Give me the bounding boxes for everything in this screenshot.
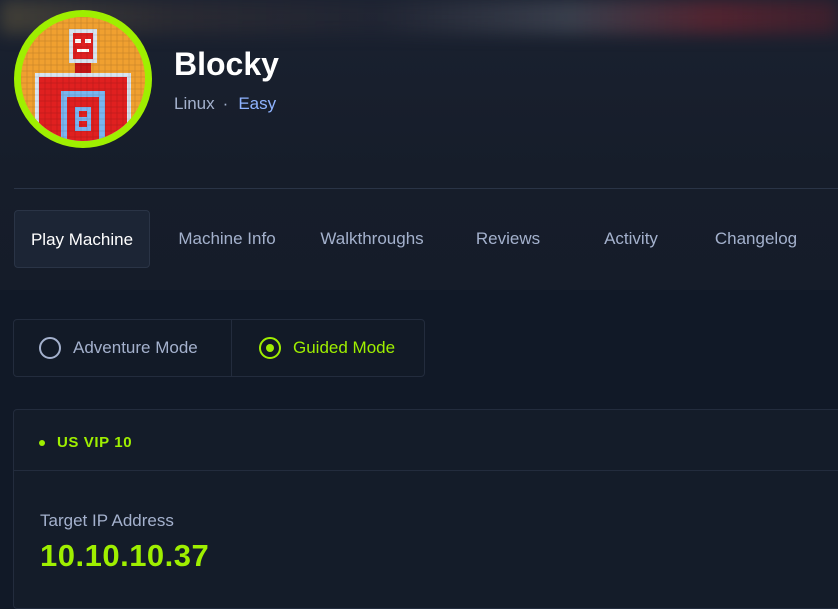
adventure-mode-option[interactable]: Adventure Mode — [14, 320, 231, 376]
meta-separator: · — [222, 94, 229, 113]
radio-unchecked-icon[interactable] — [39, 337, 61, 359]
tab-reviews[interactable]: Reviews — [460, 210, 556, 268]
tab-walkthroughs[interactable]: Walkthroughs — [306, 210, 438, 268]
machine-meta: Linux · Easy — [174, 94, 276, 114]
tab-activity[interactable]: Activity — [586, 210, 676, 268]
target-ip-value[interactable]: 10.10.10.37 — [40, 538, 209, 574]
connection-panel: US VIP 10 Target IP Address 10.10.10.37 — [13, 409, 838, 609]
machine-os: Linux — [174, 94, 215, 113]
machine-avatar — [14, 10, 152, 148]
panel-divider — [14, 470, 838, 471]
machine-title: Blocky — [174, 46, 279, 82]
target-ip-label: Target IP Address — [40, 511, 174, 530]
tab-changelog[interactable]: Changelog — [698, 210, 814, 268]
mode-selector: Adventure Mode Guided Mode — [13, 319, 425, 377]
server-name: US VIP 10 — [57, 434, 133, 451]
online-dot-icon — [39, 439, 45, 446]
adventure-mode-label: Adventure Mode — [73, 338, 198, 357]
header-divider — [14, 188, 838, 189]
guided-mode-option[interactable]: Guided Mode — [231, 320, 424, 376]
guided-mode-label: Guided Mode — [293, 338, 396, 357]
server-status: US VIP 10 — [39, 434, 132, 451]
tab-play-machine[interactable]: Play Machine — [14, 210, 150, 268]
pixel-robot-avatar-icon — [21, 17, 145, 141]
tab-machine-info[interactable]: Machine Info — [164, 210, 290, 268]
radio-checked-icon[interactable] — [259, 337, 281, 359]
machine-difficulty: Easy — [238, 94, 277, 113]
